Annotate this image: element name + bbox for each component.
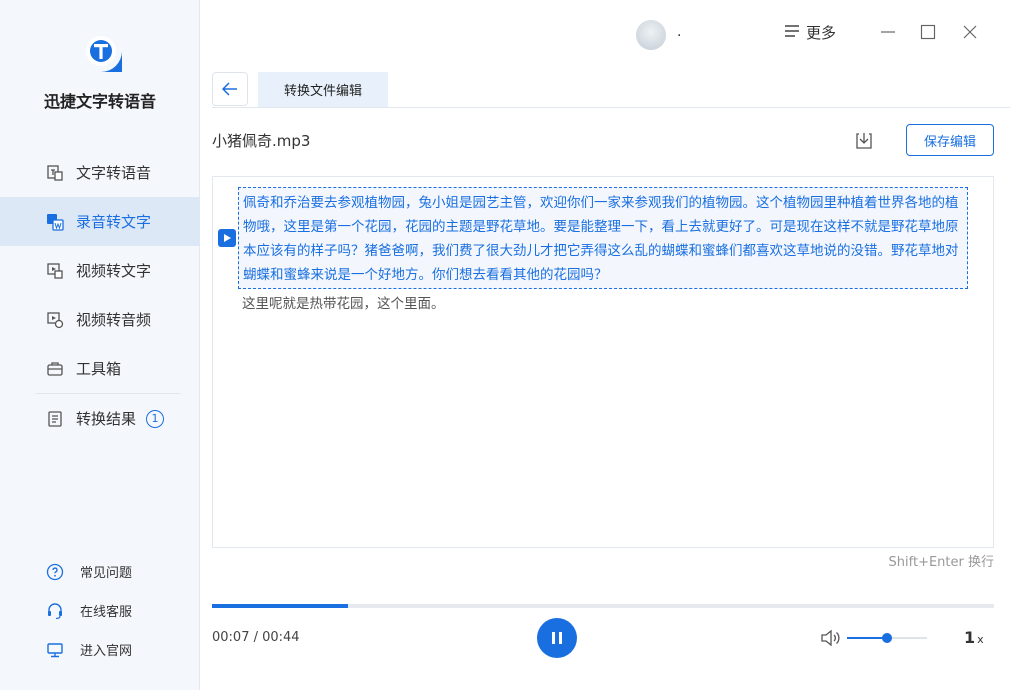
- sidebar-item-label: 视频转音频: [76, 311, 152, 329]
- help-icon: [46, 563, 64, 581]
- monitor-icon: [46, 641, 64, 659]
- results-icon: [46, 410, 64, 428]
- sidebar-nav: 文字转语音 录音转文字 视频转文字 视频转音频 工具箱 转换结果 1: [0, 148, 200, 443]
- playback-progress-bar[interactable]: [212, 604, 994, 608]
- link-label: 进入官网: [80, 644, 133, 659]
- sidebar-item-label: 转换结果: [76, 410, 137, 428]
- headset-icon: [46, 602, 64, 620]
- newline-hint: Shift+Enter 换行: [888, 555, 994, 570]
- file-name: 小猪佩奇.mp3: [212, 132, 311, 150]
- more-menu-button[interactable]: 更多: [784, 22, 836, 43]
- text-to-speech-icon: [46, 164, 64, 182]
- volume-fill: [847, 637, 887, 639]
- link-label: 常见问题: [80, 566, 133, 581]
- paragraph[interactable]: 这里呢就是热带花园，这个里面。: [242, 292, 962, 316]
- sidebar-bottom-links: 常见问题 在线客服 进入官网: [0, 552, 200, 669]
- app-logo: [78, 28, 124, 74]
- volume-slider[interactable]: [847, 633, 927, 643]
- link-online-support[interactable]: 在线客服: [0, 591, 200, 630]
- avatar[interactable]: [636, 20, 666, 50]
- more-label: 更多: [806, 24, 837, 42]
- sidebar-item-label: 工具箱: [76, 360, 122, 378]
- link-official-site[interactable]: 进入官网: [0, 630, 200, 669]
- tab-file-edit[interactable]: 转换文件编辑: [258, 72, 388, 107]
- playback-speed-button[interactable]: 1x: [964, 628, 984, 647]
- volume-icon[interactable]: [820, 628, 842, 648]
- link-faq[interactable]: 常见问题: [0, 552, 200, 591]
- arrow-left-icon: [222, 82, 237, 96]
- close-icon: [963, 25, 977, 39]
- sidebar-item-video-to-text[interactable]: 视频转文字: [0, 246, 200, 295]
- sidebar-item-label: 录音转文字: [76, 213, 152, 231]
- active-paragraph[interactable]: 佩奇和乔治要去参观植物园，兔小姐是园艺主管，欢迎你们一家来参观我们的植物园。这个…: [238, 187, 968, 289]
- sidebar-item-results[interactable]: 转换结果 1: [0, 394, 200, 443]
- speed-value: 1: [964, 628, 976, 647]
- link-label: 在线客服: [80, 605, 133, 620]
- tab-divider: [212, 107, 1010, 108]
- maximize-button[interactable]: [916, 20, 940, 44]
- pause-button[interactable]: [537, 618, 577, 658]
- sidebar-item-label: 文字转语音: [76, 164, 152, 182]
- sidebar-item-toolbox[interactable]: 工具箱: [0, 344, 200, 393]
- progress-fill: [212, 604, 349, 608]
- close-button[interactable]: [958, 20, 982, 44]
- minimize-icon: [881, 31, 895, 33]
- play-segment-button[interactable]: [218, 229, 236, 247]
- playback-time: 00:07 / 00:44: [212, 630, 300, 645]
- back-button[interactable]: [212, 72, 248, 106]
- sidebar: 迅捷文字转语音 文字转语音 录音转文字 视频转文字 视频转音频 工具箱 转换结果…: [0, 0, 200, 690]
- speed-unit: x: [977, 633, 984, 646]
- minimize-button[interactable]: [876, 20, 900, 44]
- audio-to-text-icon: [46, 213, 64, 231]
- download-button[interactable]: [852, 129, 876, 153]
- sidebar-item-video-to-audio[interactable]: 视频转音频: [0, 295, 200, 344]
- maximize-icon: [920, 24, 936, 40]
- download-icon: [856, 133, 872, 149]
- sidebar-item-audio-to-text[interactable]: 录音转文字: [0, 197, 200, 246]
- save-edit-button[interactable]: 保存编辑: [906, 124, 994, 156]
- sidebar-item-text-to-speech[interactable]: 文字转语音: [0, 148, 200, 197]
- volume-handle[interactable]: [882, 633, 892, 643]
- app-title: 迅捷文字转语音: [43, 92, 156, 111]
- transcript-editor[interactable]: 佩奇和乔治要去参观植物园，兔小姐是园艺主管，欢迎你们一家来参观我们的植物园。这个…: [212, 176, 994, 548]
- video-to-audio-icon: [46, 311, 64, 329]
- video-to-text-icon: [46, 262, 64, 280]
- toolbox-icon: [46, 360, 64, 378]
- play-icon: [224, 234, 231, 242]
- results-count-badge: 1: [146, 409, 165, 428]
- pause-icon: [552, 632, 562, 644]
- sidebar-item-label: 视频转文字: [76, 262, 152, 280]
- menu-icon: [784, 24, 800, 42]
- user-name[interactable]: .: [677, 24, 681, 40]
